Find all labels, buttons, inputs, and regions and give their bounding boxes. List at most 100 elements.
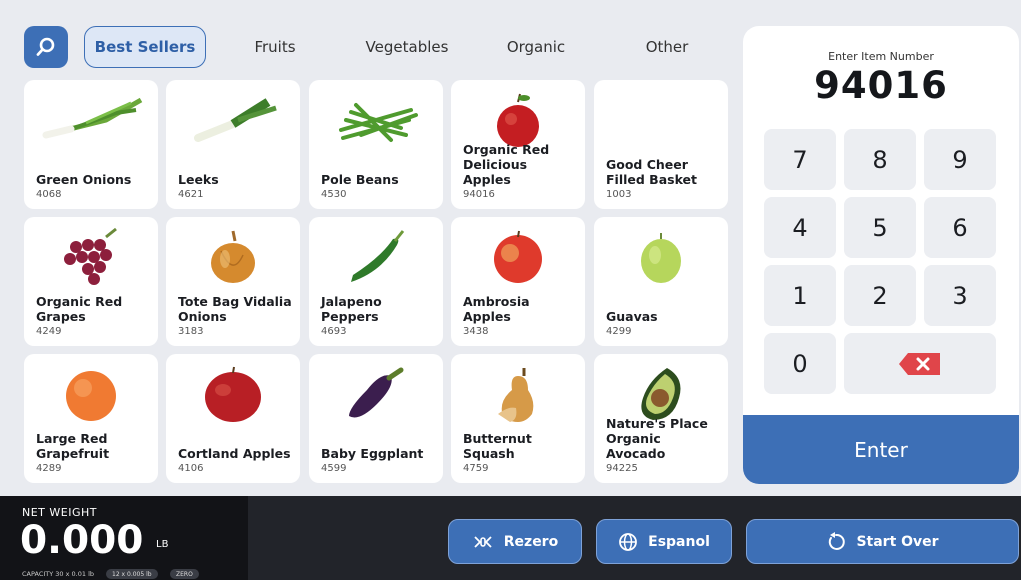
green-onions-image [24, 88, 158, 152]
product-card[interactable]: Baby Eggplant 4599 [309, 354, 443, 483]
product-code: 4621 [178, 189, 204, 200]
net-weight-value: 0.000 [20, 518, 144, 563]
weight-unit: LB [156, 539, 169, 550]
product-code: 3183 [178, 326, 204, 337]
search-button[interactable] [24, 26, 68, 68]
butternut-squash-image [451, 362, 585, 426]
product-info: Guavas 4299 [606, 309, 720, 337]
product-info: Good Cheer Filled Basket 1003 [606, 157, 720, 200]
product-card[interactable]: Nature's Place Organic Avocado 94225 [594, 354, 728, 483]
product-info: Tote Bag Vidalia Onions 3183 [178, 294, 292, 337]
product-card[interactable]: Large Red Grapefruit 4289 [24, 354, 158, 483]
product-code: 94225 [606, 463, 638, 474]
key-3[interactable]: 3 [924, 265, 996, 326]
search-icon [36, 37, 55, 56]
onion-image [166, 225, 300, 289]
product-name: Nature's Place Organic Avocado [606, 416, 708, 461]
key-1[interactable]: 1 [764, 265, 836, 326]
product-info: Cortland Apples 4106 [178, 446, 292, 474]
key-0[interactable]: 0 [764, 333, 836, 394]
espanol-button[interactable]: Espanol [596, 519, 732, 564]
enter-button[interactable]: Enter [743, 415, 1019, 484]
increment-badge: 12 x 0.005 lb [106, 569, 158, 579]
backspace-icon [899, 352, 940, 375]
product-card[interactable]: Butternut Squash 4759 [451, 354, 585, 483]
key-9[interactable]: 9 [924, 129, 996, 190]
key-7[interactable]: 7 [764, 129, 836, 190]
key-8[interactable]: 8 [844, 129, 916, 190]
tab-fruits[interactable]: Fruits [220, 26, 330, 68]
tab-other[interactable]: Other [612, 26, 722, 68]
product-name: Cortland Apples [178, 446, 291, 461]
product-card[interactable]: Tote Bag Vidalia Onions 3183 [166, 217, 300, 346]
product-code: 4759 [463, 463, 489, 474]
product-name: Green Onions [36, 172, 132, 187]
tab-best-sellers[interactable]: Best Sellers [84, 26, 206, 68]
product-card[interactable]: Green Onions 4068 [24, 80, 158, 209]
product-image-placeholder [594, 88, 728, 152]
product-card[interactable]: Jalapeno Peppers 4693 [309, 217, 443, 346]
product-name: Pole Beans [321, 172, 399, 187]
product-code: 4106 [178, 463, 204, 474]
product-card[interactable]: Leeks 4621 [166, 80, 300, 209]
product-name: Guavas [606, 309, 658, 324]
start-over-button[interactable]: Start Over [746, 519, 1019, 564]
product-name: Ambrosia Apples [463, 294, 530, 324]
cortland-apple-image [166, 362, 300, 426]
bottom-bar: NET WEIGHT 0.000 LB CAPACITY 30 x 0.01 l… [0, 496, 1021, 580]
product-info: Large Red Grapefruit 4289 [36, 431, 150, 474]
product-info: Baby Eggplant 4599 [321, 446, 435, 474]
key-2[interactable]: 2 [844, 265, 916, 326]
key-6[interactable]: 6 [924, 197, 996, 258]
product-info: Jalapeno Peppers 4693 [321, 294, 435, 337]
product-card[interactable]: Cortland Apples 4106 [166, 354, 300, 483]
guava-image [594, 225, 728, 289]
product-info: Ambrosia Apples 3438 [463, 294, 577, 337]
zero-badge: ZERO [170, 569, 199, 579]
globe-icon [619, 532, 638, 551]
product-name: Butternut Squash [463, 431, 532, 461]
product-card[interactable]: Guavas 4299 [594, 217, 728, 346]
product-name: Baby Eggplant [321, 446, 424, 461]
red-grapes-image [24, 225, 158, 289]
key-5[interactable]: 5 [844, 197, 916, 258]
espanol-label: Espanol [648, 533, 710, 550]
pole-beans-image [309, 88, 443, 152]
weight-panel: NET WEIGHT 0.000 LB CAPACITY 30 x 0.01 l… [0, 496, 248, 580]
product-name: Tote Bag Vidalia Onions [178, 294, 292, 324]
product-card[interactable]: Pole Beans 4530 [309, 80, 443, 209]
product-info: Leeks 4621 [178, 172, 292, 200]
tab-organic[interactable]: Organic [484, 26, 588, 68]
rezero-icon [474, 535, 492, 548]
key-4[interactable]: 4 [764, 197, 836, 258]
product-info: Green Onions 4068 [36, 172, 150, 200]
item-number-display: 94016 [814, 64, 948, 107]
product-code: 4299 [606, 326, 632, 337]
backspace-key[interactable] [844, 333, 996, 394]
rezero-button[interactable]: Rezero [448, 519, 582, 564]
grapefruit-image [24, 362, 158, 426]
product-name: Organic Red Grapes [36, 294, 123, 324]
product-code: 94016 [463, 189, 495, 200]
product-card[interactable]: Organic Red Delicious Apples 94016 [451, 80, 585, 209]
leeks-image [166, 88, 300, 152]
product-info: Organic Red Delicious Apples 94016 [463, 142, 577, 200]
product-info: Organic Red Grapes 4249 [36, 294, 150, 337]
product-card[interactable]: Good Cheer Filled Basket 1003 [594, 80, 728, 209]
product-code: 4249 [36, 326, 62, 337]
product-card[interactable]: Ambrosia Apples 3438 [451, 217, 585, 346]
product-name: Large Red Grapefruit [36, 431, 110, 461]
product-name: Jalapeno Peppers [321, 294, 382, 324]
tab-vegetables[interactable]: Vegetables [340, 26, 474, 68]
product-name: Organic Red Delicious Apples [463, 142, 550, 187]
product-code: 4693 [321, 326, 347, 337]
item-number-keypad: Enter Item Number 94016 7 8 9 4 5 6 1 2 … [743, 26, 1019, 484]
start-over-label: Start Over [856, 533, 939, 550]
product-info: Nature's Place Organic Avocado 94225 [606, 416, 720, 474]
product-code: 3438 [463, 326, 489, 337]
product-info: Butternut Squash 4759 [463, 431, 577, 474]
product-card[interactable]: Organic Red Grapes 4249 [24, 217, 158, 346]
product-code: 4530 [321, 189, 347, 200]
rezero-label: Rezero [503, 533, 559, 550]
ambrosia-apple-image [451, 225, 585, 289]
